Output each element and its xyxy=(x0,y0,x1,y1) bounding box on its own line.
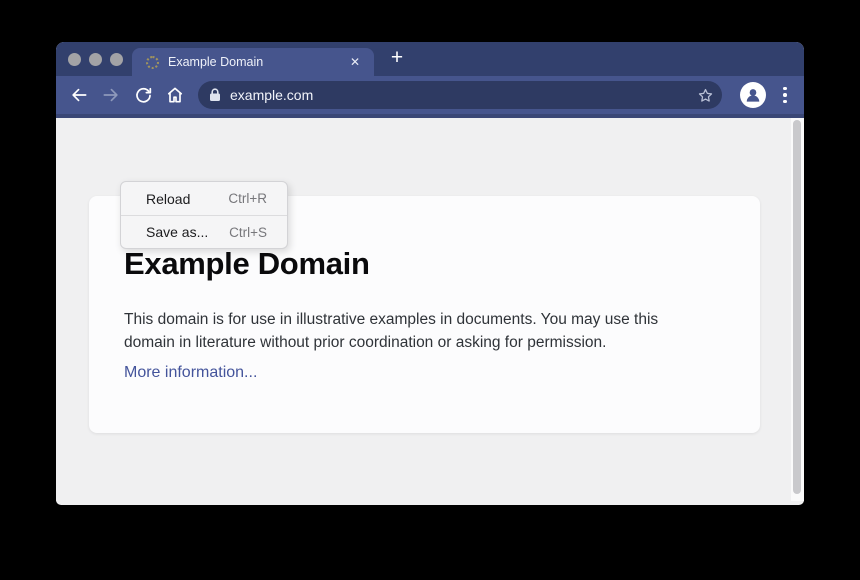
back-arrow-icon xyxy=(69,85,89,105)
new-tab-button[interactable]: + xyxy=(382,43,412,73)
address-bar[interactable]: example.com xyxy=(198,81,722,109)
url-text: example.com xyxy=(230,87,313,103)
tab-strip: Example Domain ✕ + xyxy=(56,42,804,76)
menu-item-save-as[interactable]: Save as... Ctrl+S xyxy=(121,215,287,248)
tab-title: Example Domain xyxy=(168,55,346,69)
window-minimize-button[interactable] xyxy=(89,53,102,66)
favicon-icon xyxy=(146,56,159,69)
window-controls xyxy=(68,42,123,76)
forward-button[interactable] xyxy=(96,80,126,110)
reload-button[interactable] xyxy=(128,80,158,110)
window-close-button[interactable] xyxy=(68,53,81,66)
paragraph-line-1: This domain is for use in illustrative e… xyxy=(124,308,734,331)
page-heading: Example Domain xyxy=(124,246,370,282)
context-menu: Reload Ctrl+R Save as... Ctrl+S xyxy=(120,181,288,249)
reload-icon xyxy=(134,86,153,105)
browser-menu-button[interactable] xyxy=(776,81,794,109)
back-button[interactable] xyxy=(64,80,94,110)
window-zoom-button[interactable] xyxy=(110,53,123,66)
bookmark-star-button[interactable] xyxy=(694,84,716,106)
paragraph-line-2: domain in literature without prior coord… xyxy=(124,331,734,354)
profile-avatar-button[interactable] xyxy=(740,82,766,108)
menu-item-reload[interactable]: Reload Ctrl+R xyxy=(121,182,287,215)
more-information-link[interactable]: More information... xyxy=(124,364,257,382)
scrollbar-thumb[interactable] xyxy=(793,120,801,494)
browser-window: Example Domain ✕ + xyxy=(56,42,804,505)
lock-icon[interactable] xyxy=(209,88,221,102)
star-icon xyxy=(697,87,714,104)
tab-close-icon[interactable]: ✕ xyxy=(346,53,364,71)
vertical-scrollbar[interactable] xyxy=(791,118,804,501)
tab-example-domain[interactable]: Example Domain ✕ xyxy=(132,48,374,76)
menu-item-shortcut: Ctrl+R xyxy=(228,191,267,206)
home-icon xyxy=(165,85,185,105)
menu-item-label: Save as... xyxy=(146,224,208,240)
page-paragraph: This domain is for use in illustrative e… xyxy=(124,308,734,354)
menu-item-shortcut: Ctrl+S xyxy=(229,225,267,240)
home-button[interactable] xyxy=(160,80,190,110)
user-icon xyxy=(743,85,763,105)
page-viewport: Example Domain This domain is for use in… xyxy=(56,118,804,501)
toolbar: example.com xyxy=(56,76,804,118)
menu-item-label: Reload xyxy=(146,191,190,207)
forward-arrow-icon xyxy=(101,85,121,105)
